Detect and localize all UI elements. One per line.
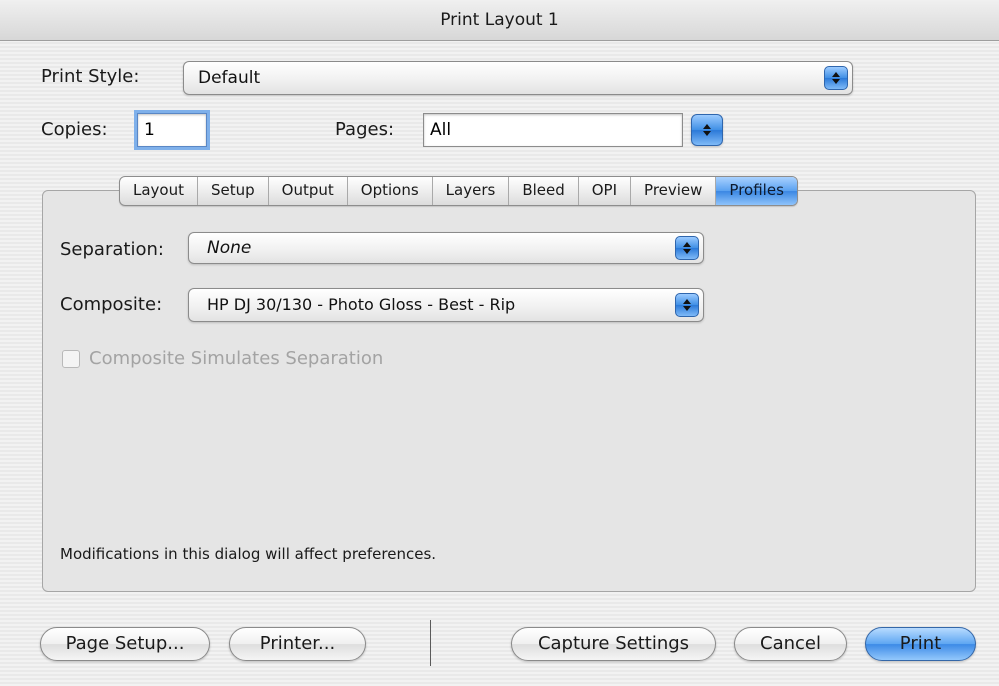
capture-settings-button[interactable]: Capture Settings — [511, 627, 716, 661]
separation-value: None — [207, 238, 252, 258]
up-down-arrows-icon — [695, 118, 719, 142]
tab-profiles[interactable]: Profiles — [716, 177, 797, 205]
tab-opi[interactable]: OPI — [579, 177, 632, 205]
copies-input[interactable] — [138, 114, 206, 146]
composite-value: HP DJ 30/130 - Photo Gloss - Best - Rip — [207, 295, 516, 314]
up-down-arrows-icon — [824, 66, 848, 90]
tab-layout[interactable]: Layout — [120, 177, 198, 205]
composite-simulates-separation-checkbox[interactable] — [62, 349, 80, 368]
tab-options[interactable]: Options — [348, 177, 433, 205]
print-style-value: Default — [198, 68, 261, 88]
printer-button[interactable]: Printer... — [229, 627, 366, 661]
preferences-note: Modifications in this dialog will affect… — [60, 545, 437, 563]
tab-preview[interactable]: Preview — [631, 177, 717, 205]
pages-field[interactable] — [423, 113, 683, 147]
up-down-arrows-icon — [675, 293, 699, 317]
tab-bar: Layout Setup Output Options Layers Bleed… — [119, 176, 798, 206]
copies-label: Copies: — [41, 119, 108, 140]
tab-setup[interactable]: Setup — [198, 177, 269, 205]
cancel-button[interactable]: Cancel — [734, 627, 847, 661]
tab-output[interactable]: Output — [269, 177, 348, 205]
composite-popup[interactable]: HP DJ 30/130 - Photo Gloss - Best - Rip — [188, 288, 704, 322]
tab-layers[interactable]: Layers — [433, 177, 510, 205]
pages-range-popup[interactable] — [691, 114, 723, 146]
pages-label: Pages: — [335, 119, 395, 140]
print-style-popup[interactable]: Default — [183, 61, 853, 95]
window-title: Print Layout 1 — [0, 0, 999, 41]
print-button[interactable]: Print — [865, 627, 976, 661]
button-divider — [430, 620, 431, 666]
separation-label: Separation: — [60, 239, 164, 260]
page-setup-button[interactable]: Page Setup... — [40, 627, 210, 661]
copies-field[interactable] — [137, 113, 207, 147]
print-style-label: Print Style: — [41, 66, 140, 87]
tab-bleed[interactable]: Bleed — [509, 177, 579, 205]
up-down-arrows-icon — [675, 236, 699, 260]
composite-label: Composite: — [60, 294, 163, 315]
separation-popup[interactable]: None — [188, 232, 704, 264]
composite-simulates-separation-row: Composite Simulates Separation — [62, 348, 383, 369]
pages-input[interactable] — [424, 114, 682, 146]
composite-simulates-separation-label: Composite Simulates Separation — [89, 348, 384, 369]
